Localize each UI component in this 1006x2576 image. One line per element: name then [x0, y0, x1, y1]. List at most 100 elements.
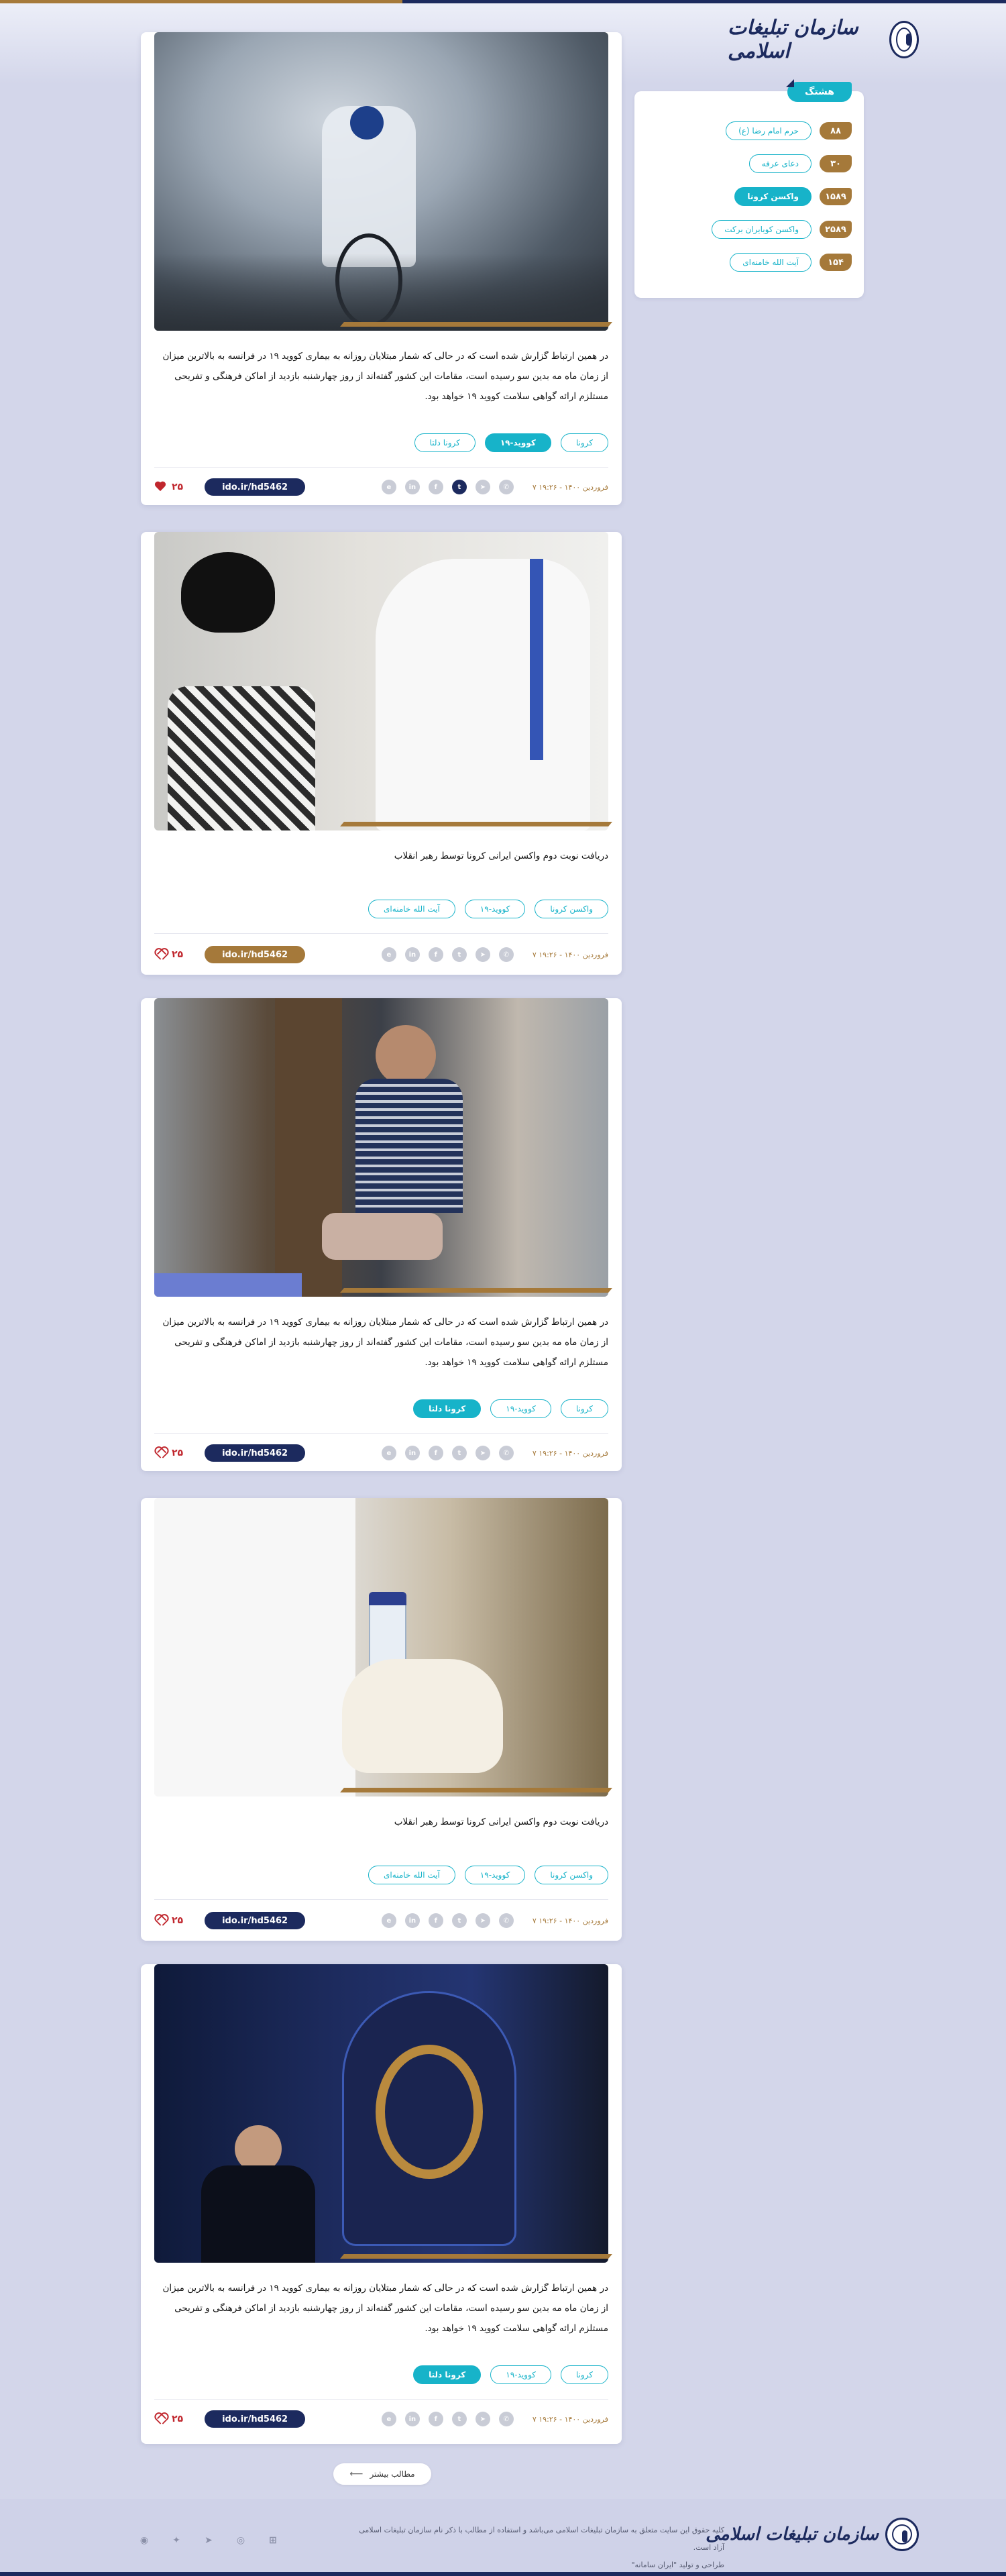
twitter-icon[interactable]: t	[451, 947, 467, 962]
footer-logo[interactable]: سازمان تبلیغات اسلامی	[706, 2518, 919, 2551]
twitter-icon[interactable]: t	[451, 2412, 467, 2426]
tag-pill[interactable]: کرونا	[560, 2365, 608, 2384]
hashtag-row: ۲۵۸۹ واکسن کوبایران برکت	[712, 219, 852, 239]
telegram-icon[interactable]: ➤	[475, 947, 490, 962]
eitaa-icon[interactable]: e	[381, 1913, 396, 1928]
news-image[interactable]	[154, 1964, 608, 2263]
tag-pill[interactable]: کرونا	[560, 433, 608, 452]
whatsapp-icon[interactable]: ✆	[498, 480, 514, 494]
facebook-icon[interactable]: f	[428, 1913, 443, 1928]
share-icons: e in f t ➤ ✆	[381, 480, 514, 494]
linkedin-icon[interactable]: in	[404, 2412, 420, 2426]
telegram-icon[interactable]: ➤	[475, 1913, 490, 1928]
news-text[interactable]: در همین ارتباط گزارش شده است که در حالی …	[154, 346, 608, 407]
eitaa-icon[interactable]: e	[381, 2412, 396, 2426]
short-link[interactable]: ido.ir/hd5462	[205, 1912, 306, 1929]
news-card: در همین ارتباط گزارش شده است که در حالی …	[141, 998, 622, 1471]
like-count: ۲۵	[172, 2414, 184, 2424]
telegram-icon[interactable]: ➤	[475, 480, 490, 494]
eitaa-icon[interactable]: e	[381, 1446, 396, 1460]
tag-list: واکسن کرونا کووید-۱۹ آیت الله خامنه‌ای	[368, 1866, 608, 1884]
tag-pill[interactable]: واکسن کرونا	[535, 900, 608, 918]
tag-pill[interactable]: کرونا	[560, 1399, 608, 1418]
news-image[interactable]	[154, 532, 608, 830]
hashtag-count: ۲۵۸۹	[820, 221, 852, 238]
linkedin-icon[interactable]: in	[404, 1913, 420, 1928]
whatsapp-icon[interactable]: ✆	[498, 2412, 514, 2426]
tag-pill[interactable]: واکسن کرونا	[535, 1866, 608, 1884]
tag-pill[interactable]: کووید-۱۹	[490, 2365, 551, 2384]
hashtag-link[interactable]: حرم امام رضا (ع)	[726, 121, 812, 140]
telegram-icon[interactable]: ➤	[202, 2534, 215, 2547]
tag-pill-active[interactable]: کرونا دلتا	[413, 2365, 482, 2384]
hashtag-row: ۸۸ حرم امام رضا (ع)	[726, 121, 852, 141]
like-button[interactable]: ۲۵	[154, 1915, 183, 1926]
hashtag-link[interactable]: واکسن کوبایران برکت	[712, 220, 812, 239]
tag-pill-active[interactable]: کووید-۱۹	[484, 433, 551, 452]
decorative-line	[340, 1288, 612, 1293]
news-text[interactable]: در همین ارتباط گزارش شده است که در حالی …	[154, 2278, 608, 2339]
hashtag-link[interactable]: آیت الله خامنه‌ای	[730, 253, 812, 272]
twitter-icon[interactable]: t	[451, 1446, 467, 1460]
site-logo[interactable]: سازمان تبلیغات اسلامی	[728, 16, 919, 63]
short-link[interactable]: ido.ir/hd5462	[205, 946, 306, 963]
news-card: در همین ارتباط گزارش شده است که در حالی …	[141, 32, 622, 505]
whatsapp-icon[interactable]: ✆	[498, 947, 514, 962]
news-image[interactable]	[154, 1498, 608, 1796]
facebook-icon[interactable]: f	[428, 480, 443, 494]
short-link[interactable]: ido.ir/hd5462	[205, 2410, 306, 2428]
load-more-button[interactable]: مطالب بیشتر ⟵	[333, 2463, 431, 2485]
twitter-icon[interactable]: t	[451, 1913, 467, 1928]
news-text[interactable]: دریافت نوبت دوم واکسن ایرانی کرونا توسط …	[154, 1812, 608, 1832]
eitaa-icon[interactable]: e	[381, 480, 396, 494]
linkedin-icon[interactable]: in	[404, 480, 420, 494]
short-link[interactable]: ido.ir/hd5462	[205, 1444, 306, 1462]
like-button[interactable]: ۲۵	[154, 1448, 183, 1458]
news-text[interactable]: دریافت نوبت دوم واکسن ایرانی کرونا توسط …	[154, 846, 608, 866]
instagram-icon[interactable]: ◎	[234, 2534, 247, 2547]
heart-icon	[154, 1448, 166, 1458]
eitaa-icon[interactable]: e	[381, 947, 396, 962]
footer-social-links: ◉ ✦ ➤ ◎ ⊞	[137, 2534, 280, 2547]
like-button[interactable]: ۲۵	[154, 482, 183, 492]
tag-pill[interactable]: کووید-۱۹	[490, 1399, 551, 1418]
tag-list: واکسن کرونا کووید-۱۹ آیت الله خامنه‌ای	[368, 900, 608, 918]
whatsapp-icon[interactable]: ✆	[498, 1913, 514, 1928]
whatsapp-icon[interactable]: ✆	[498, 1446, 514, 1460]
news-image[interactable]	[154, 998, 608, 1297]
windows-icon[interactable]: ⊞	[266, 2534, 280, 2547]
heart-icon	[154, 2414, 166, 2424]
news-image[interactable]	[154, 32, 608, 331]
facebook-icon[interactable]: f	[428, 1446, 443, 1460]
tag-pill[interactable]: کرونا دلتا	[414, 433, 476, 452]
card-footer: ۲۵ ido.ir/hd5462 e in f t ➤ ✆ ۷ فروردین …	[154, 477, 608, 497]
tag-pill[interactable]: آیت الله خامنه‌ای	[368, 900, 455, 918]
linkedin-icon[interactable]: in	[404, 947, 420, 962]
linkedin-icon[interactable]: in	[404, 1446, 420, 1460]
short-link[interactable]: ido.ir/hd5462	[205, 478, 306, 496]
tag-pill[interactable]: آیت الله خامنه‌ای	[368, 1866, 455, 1884]
hashtag-link-active[interactable]: واکسن کرونا	[734, 187, 812, 206]
hashtag-count: ۱۵۴	[820, 254, 852, 271]
telegram-icon[interactable]: ➤	[475, 1446, 490, 1460]
facebook-icon[interactable]: f	[428, 2412, 443, 2426]
news-card: دریافت نوبت دوم واکسن ایرانی کرونا توسط …	[141, 1498, 622, 1941]
like-button[interactable]: ۲۵	[154, 2414, 183, 2424]
tag-pill[interactable]: کووید-۱۹	[464, 1866, 526, 1884]
hashtag-row: ۱۵۴ آیت الله خامنه‌ای	[730, 252, 852, 272]
like-button[interactable]: ۲۵	[154, 949, 183, 960]
post-date: ۷ فروردین ۱۴۰۰ - ۱۹:۲۶	[532, 482, 608, 492]
twitter-icon[interactable]: t	[451, 480, 467, 494]
tag-pill[interactable]: کووید-۱۹	[464, 900, 526, 918]
hashtag-count: ۸۸	[820, 122, 852, 140]
twitter-icon[interactable]: ✦	[170, 2534, 183, 2547]
news-text[interactable]: در همین ارتباط گزارش شده است که در حالی …	[154, 1312, 608, 1373]
like-count: ۲۵	[172, 949, 184, 960]
hashtag-link[interactable]: دعای عرفه	[748, 154, 812, 173]
hashtag-count: ۱۵۸۹	[820, 188, 852, 205]
tag-pill-active[interactable]: کرونا دلتا	[413, 1399, 482, 1418]
facebook-icon[interactable]: f	[428, 947, 443, 962]
telegram-icon[interactable]: ➤	[475, 2412, 490, 2426]
rss-icon[interactable]: ◉	[137, 2534, 151, 2547]
post-date: ۷ فروردین ۱۴۰۰ - ۱۹:۲۶	[532, 1916, 608, 1925]
